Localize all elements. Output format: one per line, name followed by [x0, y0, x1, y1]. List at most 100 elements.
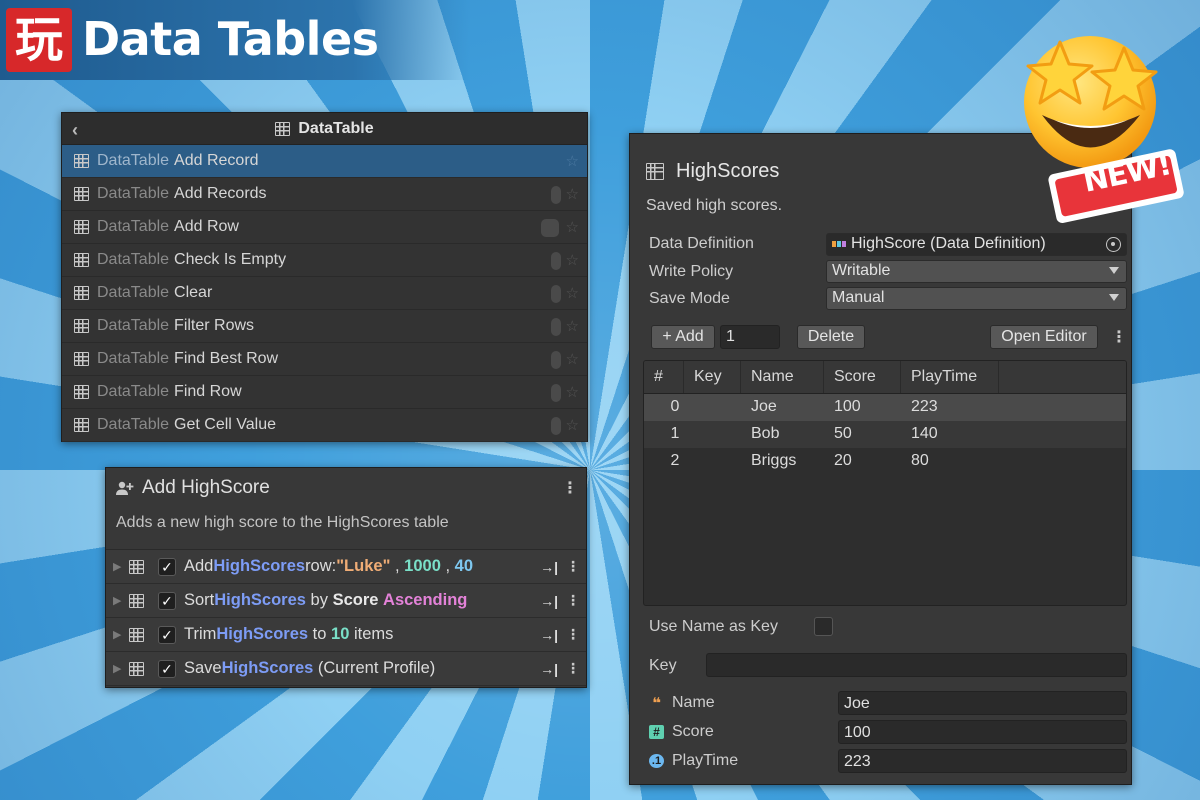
- star-icon[interactable]: ☆: [566, 317, 579, 335]
- expand-triangle-icon[interactable]: ▶: [113, 594, 129, 607]
- write-policy-dropdown[interactable]: Writable: [826, 260, 1127, 283]
- playtime-input[interactable]: 223: [838, 749, 1127, 773]
- delete-button[interactable]: Delete: [797, 325, 865, 349]
- row-table-name: HighScores: [213, 557, 306, 575]
- column-header-index[interactable]: #: [644, 361, 684, 393]
- string-type-icon: ❝: [652, 695, 661, 712]
- decimal-type-icon: .1: [649, 753, 664, 768]
- column-header-name[interactable]: Name: [741, 361, 824, 393]
- table-row[interactable]: 2 Briggs 20 80: [644, 448, 1126, 475]
- jump-to-end-icon[interactable]: →|: [540, 627, 558, 643]
- enabled-checkbox[interactable]: ✓: [158, 625, 176, 644]
- expand-triangle-icon[interactable]: ▶: [113, 628, 129, 641]
- row-text: to: [308, 625, 332, 643]
- name-label: Name: [672, 694, 715, 712]
- table-icon: [74, 154, 89, 168]
- expand-triangle-icon[interactable]: ▶: [113, 662, 129, 675]
- star-icon[interactable]: ☆: [566, 284, 579, 302]
- save-mode-dropdown[interactable]: Manual: [826, 287, 1127, 310]
- more-options-icon[interactable]: ⋮: [566, 626, 580, 643]
- list-item-clear[interactable]: DataTable Clear ☆: [62, 277, 587, 310]
- save-mode-label: Save Mode: [649, 290, 730, 307]
- row-text: Trim: [184, 625, 217, 643]
- add-row-button[interactable]: + Add: [651, 325, 715, 349]
- star-icon[interactable]: ☆: [566, 350, 579, 368]
- data-definition-field[interactable]: HighScore (Data Definition): [826, 233, 1127, 256]
- list-item-find-row[interactable]: DataTable Find Row ☆: [62, 376, 587, 409]
- cell-score: 100: [834, 398, 861, 415]
- data-definition-label: Data Definition: [649, 235, 754, 252]
- star-icon[interactable]: ☆: [566, 218, 579, 236]
- list-item-filter-rows[interactable]: DataTable Filter Rows ☆: [62, 310, 587, 343]
- row-table-name: HighScores: [216, 625, 309, 643]
- name-label-wrap: ❝ Name: [649, 694, 715, 712]
- more-options-icon[interactable]: ⋮: [566, 558, 580, 575]
- inspector-title-text: HighScores: [676, 160, 780, 182]
- star-icon[interactable]: ☆: [566, 152, 579, 170]
- table-icon: [74, 286, 89, 300]
- cell-playtime: 80: [911, 452, 929, 469]
- list-item-add-records[interactable]: DataTable Add Records ☆: [62, 178, 587, 211]
- cell-score: 50: [834, 425, 852, 442]
- column-header-playtime[interactable]: PlayTime: [901, 361, 999, 393]
- type-pill: [551, 417, 561, 435]
- use-name-as-key-checkbox[interactable]: [814, 617, 833, 636]
- table-row[interactable]: 1 Bob 50 140: [644, 421, 1126, 448]
- cell-key: [684, 448, 741, 475]
- column-header-key[interactable]: Key: [684, 361, 741, 393]
- more-options-icon[interactable]: ⋮: [566, 592, 580, 609]
- action-title-bar: Add HighScore ⋮: [106, 468, 586, 508]
- write-policy-label: Write Policy: [649, 263, 734, 280]
- jump-to-end-icon[interactable]: →|: [540, 593, 558, 609]
- list-header-title: DataTable: [298, 119, 374, 137]
- item-prefix: DataTable: [97, 284, 170, 301]
- item-prefix: DataTable: [97, 152, 170, 169]
- table-row[interactable]: 0 Joe 100 223: [644, 394, 1126, 421]
- cell-index: 1: [670, 425, 680, 442]
- enabled-checkbox[interactable]: ✓: [158, 557, 176, 576]
- row-sort-order: Ascending: [383, 591, 468, 609]
- star-icon[interactable]: ☆: [566, 185, 579, 203]
- star-icon[interactable]: ☆: [566, 383, 579, 401]
- item-label: Add Row: [174, 218, 239, 235]
- type-pill: [541, 219, 559, 237]
- more-options-icon[interactable]: ⋮: [1111, 327, 1127, 347]
- row-string-value: "Luke": [336, 557, 391, 575]
- list-item-add-row[interactable]: DataTable Add Row ☆: [62, 211, 587, 244]
- table-icon: [129, 559, 144, 574]
- instruction-row-add[interactable]: ▶ ✓ Add HighScores row: "Luke" , 1000 , …: [106, 550, 586, 584]
- table-icon: [74, 352, 89, 366]
- back-chevron-icon[interactable]: ‹: [72, 120, 78, 141]
- jump-to-end-icon[interactable]: →|: [540, 661, 558, 677]
- action-description: Adds a new high score to the HighScores …: [116, 514, 449, 531]
- list-item-add-record[interactable]: DataTable Add Record ☆: [62, 145, 587, 178]
- list-item-get-cell-value[interactable]: DataTable Get Cell Value ☆: [62, 409, 587, 442]
- instruction-row-trim[interactable]: ▶ ✓ Trim HighScores to 10 items →| ⋮: [106, 618, 586, 652]
- instruction-row-save[interactable]: ▶ ✓ Save HighScores (Current Profile) →|…: [106, 652, 586, 686]
- star-icon[interactable]: ☆: [566, 416, 579, 434]
- jump-to-end-icon[interactable]: →|: [540, 559, 558, 575]
- more-options-icon[interactable]: ⋮: [566, 660, 580, 677]
- enabled-checkbox[interactable]: ✓: [158, 591, 176, 610]
- add-count-input[interactable]: 1: [720, 325, 780, 349]
- key-input[interactable]: [706, 653, 1127, 677]
- more-options-icon[interactable]: ⋮: [562, 478, 578, 498]
- list-item-find-best-row[interactable]: DataTable Find Best Row ☆: [62, 343, 587, 376]
- open-editor-button[interactable]: Open Editor: [990, 325, 1098, 349]
- type-pill: [551, 252, 561, 270]
- highscores-inspector: HighScores Saved high scores. Data Defin…: [629, 133, 1132, 785]
- item-label: Add Records: [174, 185, 267, 202]
- star-icon[interactable]: ☆: [566, 251, 579, 269]
- table-icon: [74, 319, 89, 333]
- name-input[interactable]: Joe: [838, 691, 1127, 715]
- row-text: Sort: [184, 591, 215, 609]
- object-picker-icon[interactable]: [1106, 237, 1121, 252]
- expand-triangle-icon[interactable]: ▶: [113, 560, 129, 573]
- cell-name: Briggs: [751, 452, 797, 469]
- enabled-checkbox[interactable]: ✓: [158, 659, 176, 678]
- score-input[interactable]: 100: [838, 720, 1127, 744]
- row-text: Save: [184, 659, 222, 677]
- list-item-check-is-empty[interactable]: DataTable Check Is Empty ☆: [62, 244, 587, 277]
- instruction-row-sort[interactable]: ▶ ✓ Sort HighScores by Score Ascending →…: [106, 584, 586, 618]
- column-header-score[interactable]: Score: [824, 361, 901, 393]
